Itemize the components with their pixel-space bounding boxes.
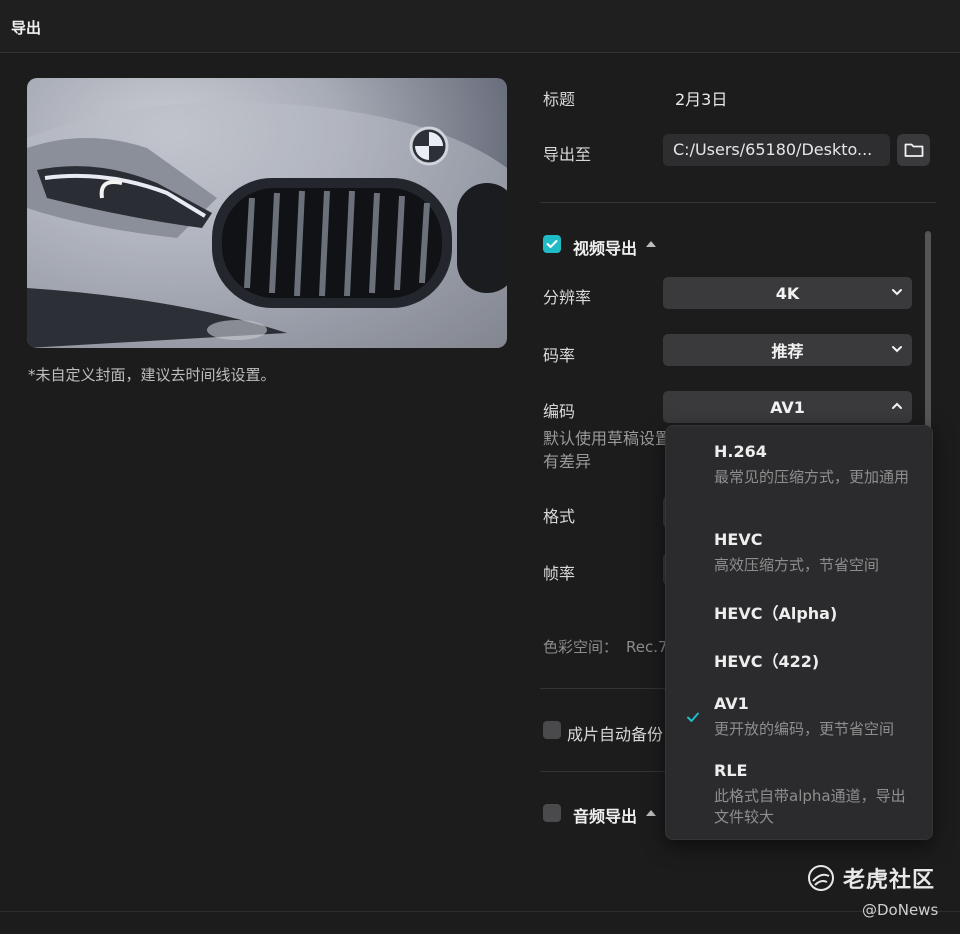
cover-preview[interactable] (27, 78, 507, 348)
codec-hint-line1: 默认使用草稿设置 (543, 429, 672, 448)
color-space-label: 色彩空间： Rec.7 (543, 638, 668, 656)
window-title: 导出 (11, 19, 42, 37)
chevron-up-icon (892, 402, 902, 409)
resolution-label: 分辨率 (543, 288, 592, 307)
checkmark-icon (546, 240, 558, 248)
browse-folder-button[interactable] (897, 134, 930, 166)
watermark-handle: @DoNews (862, 901, 939, 919)
divider (540, 688, 670, 689)
resolution-value: 4K (775, 283, 800, 303)
auto-backup-checkbox[interactable] (543, 721, 561, 739)
audio-export-checkbox[interactable] (543, 804, 561, 822)
car-front-image (27, 102, 507, 348)
bitrate-label: 码率 (543, 346, 576, 365)
tiger-logo-icon (808, 865, 834, 891)
scrollbar[interactable] (925, 231, 931, 433)
export-path-field[interactable]: C:/Users/65180/Deskto... (663, 134, 890, 166)
collapse-caret-icon[interactable] (646, 810, 656, 816)
codec-hint-line2: 有差异 (543, 452, 592, 471)
option-desc: 高效压缩方式，节省空间 (714, 556, 880, 574)
option-desc: 更开放的编码，更节省空间 (714, 720, 895, 738)
bitrate-select[interactable]: 推荐 (663, 334, 912, 366)
option-title: H.264 (714, 442, 767, 461)
option-desc: 此格式自带alpha通道，导出文件较大 (714, 787, 906, 826)
option-desc: 最常见的压缩方式，更加通用 (714, 468, 910, 486)
option-title: RLE (714, 761, 748, 780)
collapse-caret-icon[interactable] (646, 241, 656, 247)
cover-note: *未自定义封面，建议去时间线设置。 (28, 366, 276, 384)
selected-check-icon (687, 712, 699, 722)
codec-label: 编码 (543, 402, 576, 421)
title-bar: 导出 (0, 0, 960, 53)
format-label: 格式 (543, 507, 576, 526)
chevron-down-icon (892, 289, 902, 296)
codec-hint: 默认使用草稿设置 有差异 (543, 427, 671, 473)
folder-icon (904, 143, 923, 157)
auto-backup-label[interactable]: 成片自动备份 (567, 721, 663, 745)
title-label: 标题 (543, 90, 576, 109)
bottom-bar (0, 911, 960, 934)
option-title: AV1 (714, 694, 749, 713)
framerate-label: 帧率 (543, 564, 576, 583)
bitrate-value: 推荐 (771, 342, 804, 361)
color-space-value: Rec.7 (626, 638, 668, 656)
option-title: HEVC (714, 530, 763, 549)
option-title: HEVC（422) (714, 652, 820, 671)
chevron-down-icon (892, 346, 902, 353)
watermark: 老虎社区 (807, 862, 935, 894)
divider (540, 202, 936, 203)
codec-select[interactable]: AV1 (663, 391, 912, 423)
audio-export-title[interactable]: 音频导出 (573, 803, 637, 827)
codec-value: AV1 (770, 397, 805, 417)
option-title: HEVC（Alpha) (714, 604, 838, 623)
divider (540, 771, 670, 772)
export-to-label: 导出至 (543, 145, 592, 164)
video-export-title[interactable]: 视频导出 (573, 235, 637, 259)
codec-dropdown-menu: H.264 最常见的压缩方式，更加通用 HEVC 高效压缩方式，节省空间 HEV… (665, 425, 933, 840)
resolution-select[interactable]: 4K (663, 277, 912, 309)
video-export-checkbox[interactable] (543, 235, 561, 253)
title-value[interactable]: 2月3日 (675, 86, 727, 110)
watermark-brand: 老虎社区 (843, 868, 936, 893)
